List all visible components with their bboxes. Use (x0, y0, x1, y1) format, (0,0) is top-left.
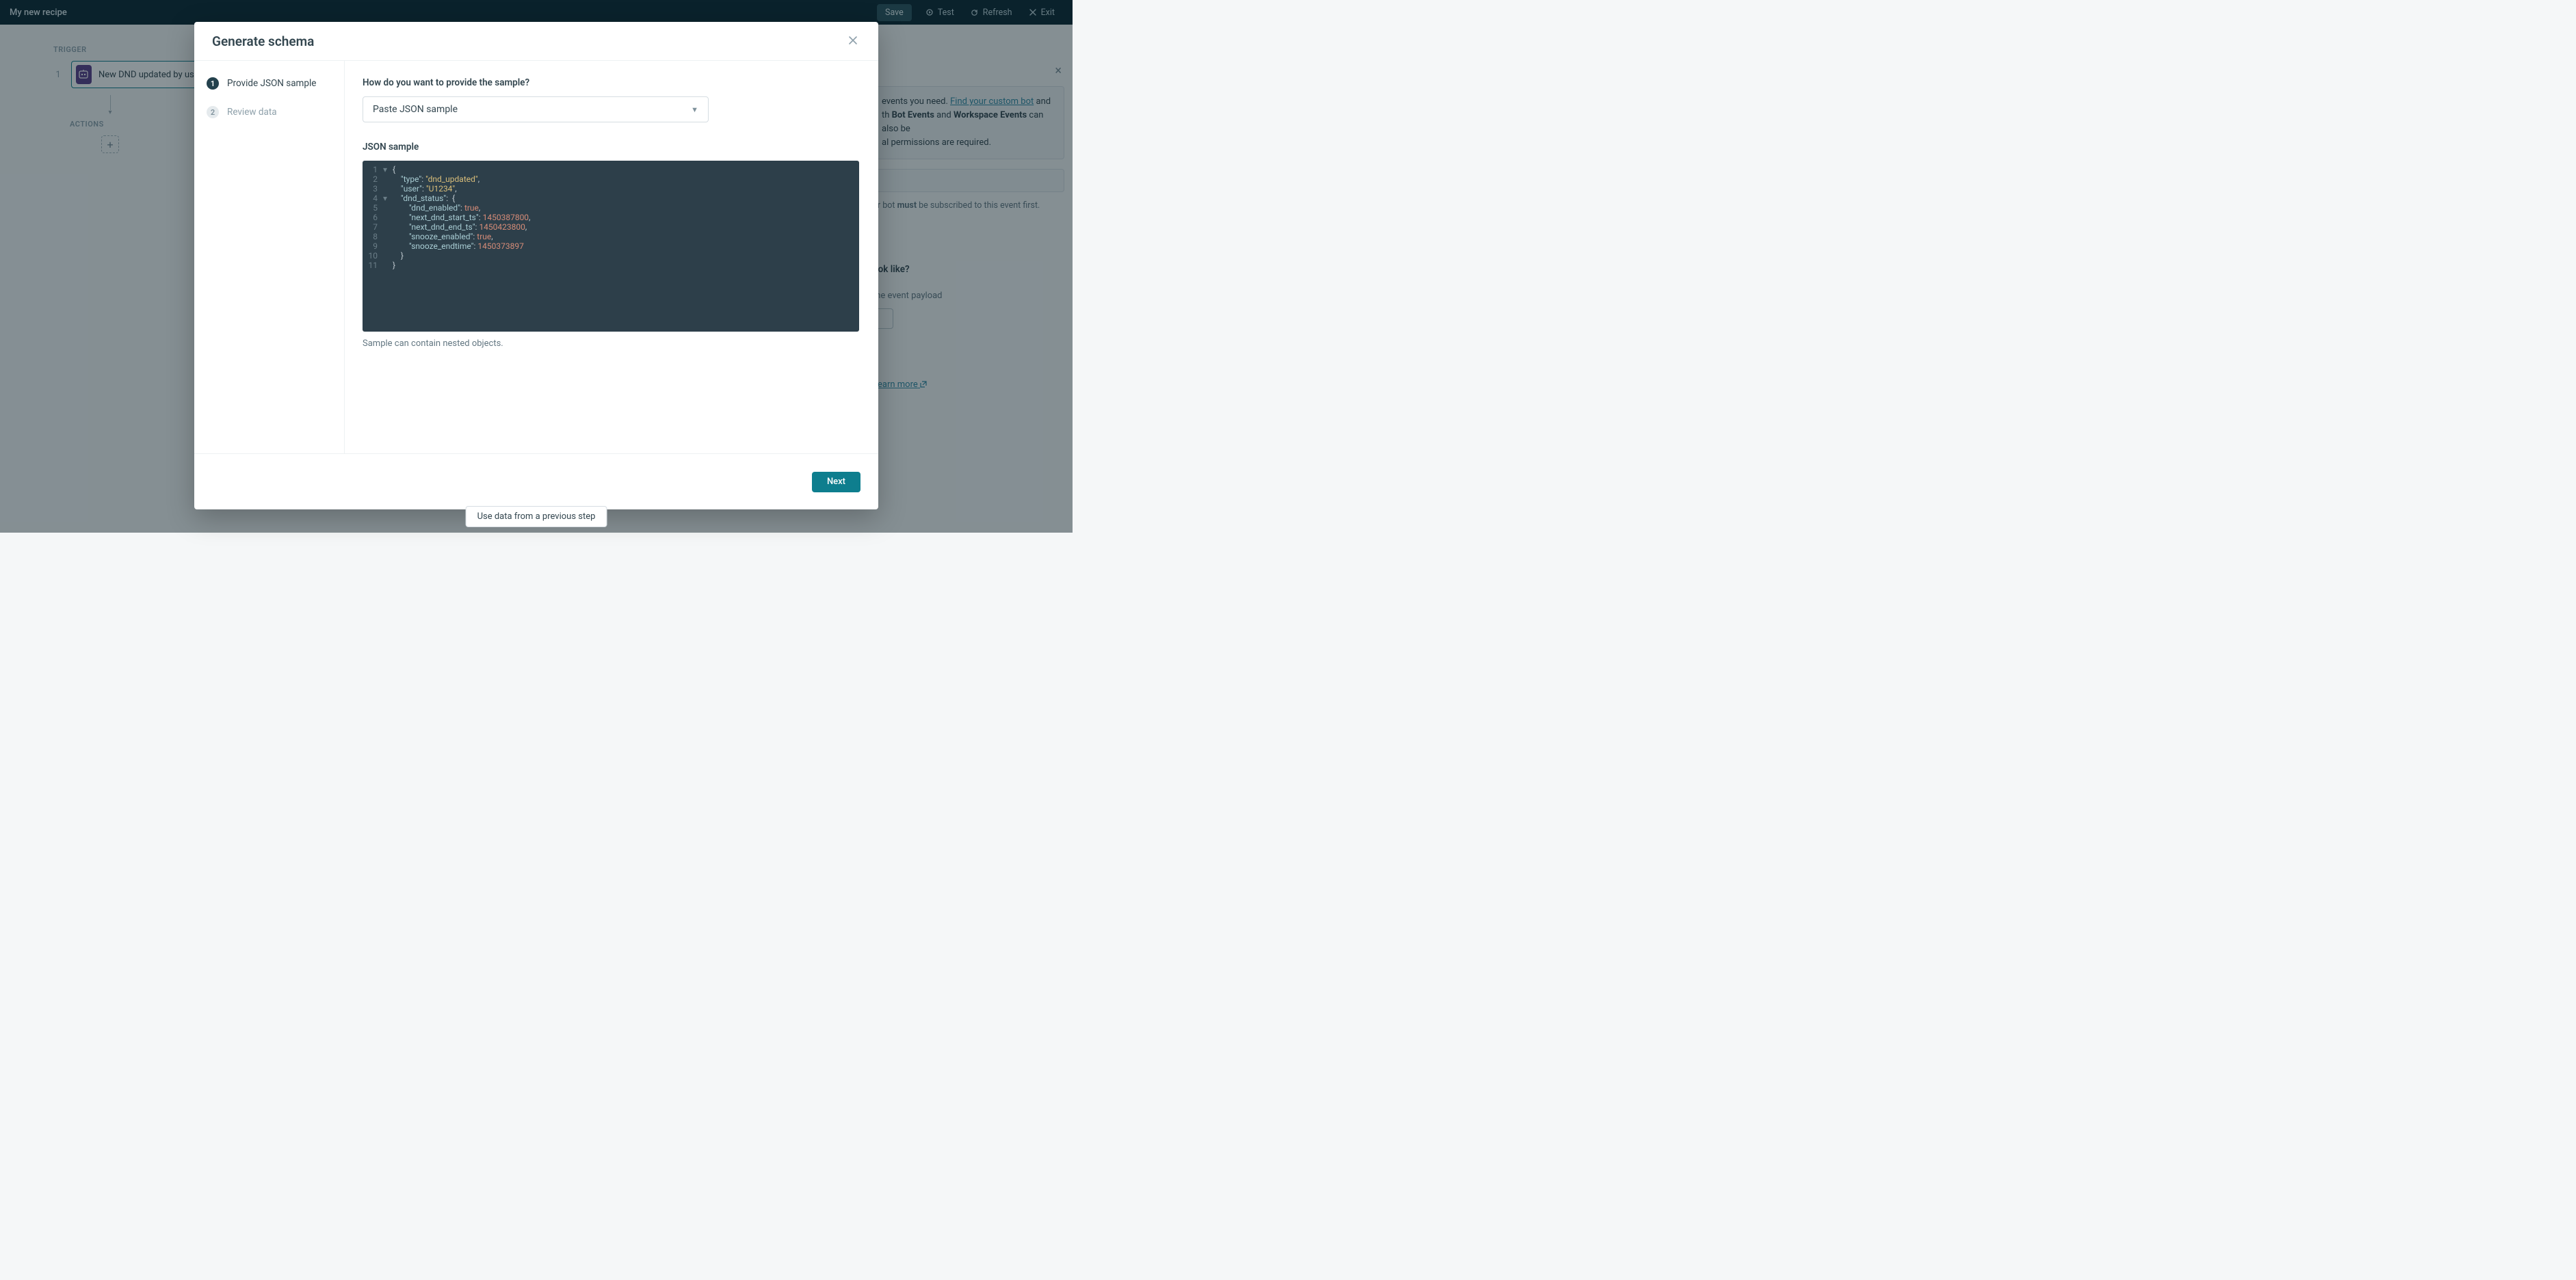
fold-gutter: ▾▾ (383, 165, 393, 328)
json-sample-editor[interactable]: 1234567891011 ▾▾ { "type": "dnd_updated"… (363, 161, 859, 332)
code-content[interactable]: { "type": "dnd_updated", "user": "U1234"… (393, 165, 859, 328)
next-button[interactable]: Next (812, 472, 860, 492)
modal-title: Generate schema (212, 34, 314, 49)
step-provide-json[interactable]: 1 Provide JSON sample (207, 77, 332, 90)
modal-steps: 1 Provide JSON sample 2 Review data (194, 61, 345, 453)
json-sample-label: JSON sample (363, 142, 860, 152)
use-previous-step-pill[interactable]: Use data from a previous step (466, 506, 607, 527)
provide-method-select[interactable]: Paste JSON sample ▼ (363, 96, 709, 122)
line-gutter: 1234567891011 (363, 165, 383, 328)
json-sample-hint: Sample can contain nested objects. (363, 338, 860, 349)
generate-schema-modal: Generate schema 1 Provide JSON sample 2 … (194, 22, 878, 509)
provide-method-label: How do you want to provide the sample? (363, 77, 860, 88)
chevron-down-icon: ▼ (691, 105, 698, 114)
modal-close-button[interactable] (845, 31, 860, 51)
step-review-data[interactable]: 2 Review data (207, 106, 332, 118)
